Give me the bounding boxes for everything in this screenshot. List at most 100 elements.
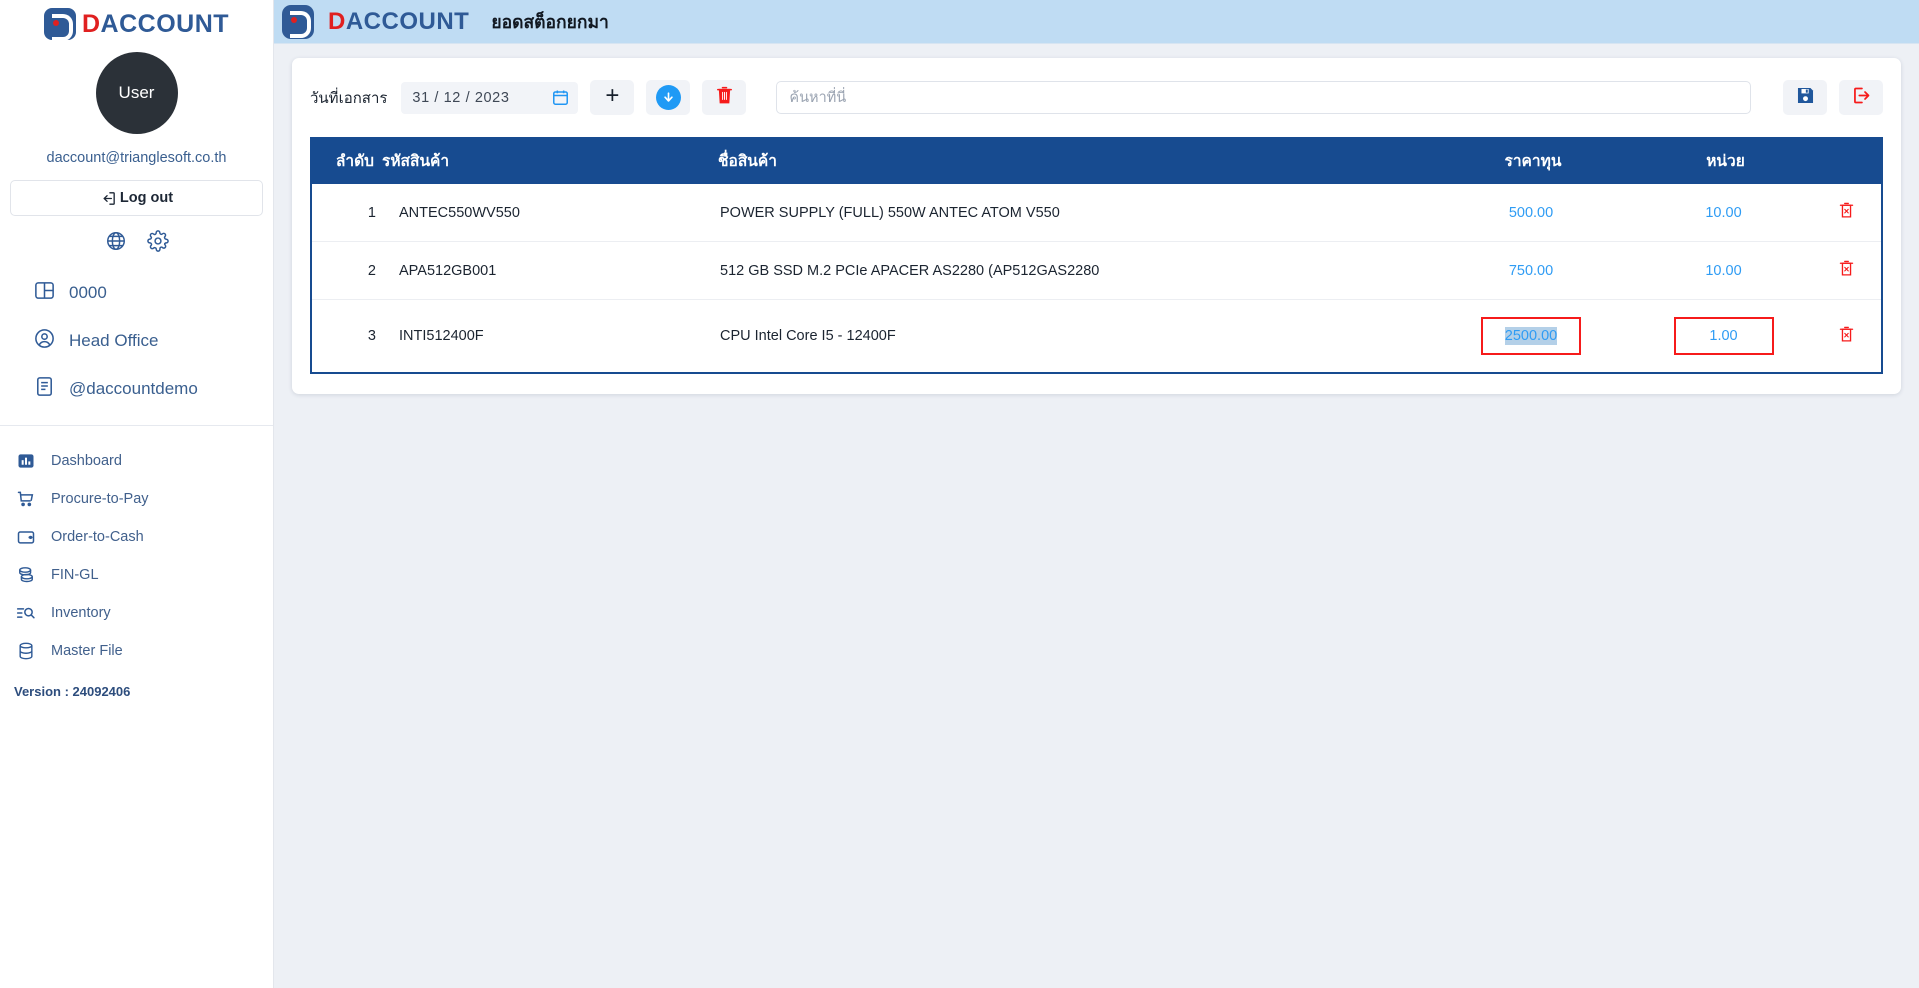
calendar-icon[interactable] — [551, 88, 570, 107]
exit-button[interactable] — [1839, 80, 1883, 115]
coins-stack-icon — [16, 565, 38, 585]
cell-seq: 2 — [312, 241, 384, 300]
sidebar-item-0000[interactable]: 0000 — [0, 269, 273, 317]
sidebar: DACCOUNT User daccount@trianglesoft.co.t… — [0, 0, 274, 988]
sidebar-item-label: Procure-to-Pay — [51, 491, 149, 507]
stock-table: ลำดับ รหัสสินค้า ชื่อสินค้า ราคาทุน หน่ว… — [310, 137, 1883, 184]
delete-all-button[interactable] — [702, 80, 747, 115]
cell-cost[interactable]: 750.00 — [1426, 241, 1636, 300]
cost-value[interactable]: 500.00 — [1509, 205, 1553, 221]
page-title: ยอดสต็อกยกมา — [491, 11, 609, 32]
content-card: วันที่เอกสาร 31 / 12 / 2023 + ค้นหาที่นี… — [292, 58, 1901, 394]
import-download-button[interactable] — [646, 80, 691, 115]
download-circle-icon — [655, 85, 681, 110]
table-body-box: 1 ANTEC550WV550 POWER SUPPLY (FULL) 550W… — [310, 184, 1883, 374]
cell-seq: 3 — [312, 299, 384, 372]
cell-action — [1811, 299, 1881, 372]
logout-icon — [100, 190, 117, 207]
cost-value[interactable]: 2500.00 — [1504, 327, 1558, 345]
sidebar-quick-icons — [0, 216, 273, 267]
cell-cost[interactable]: 500.00 — [1426, 184, 1636, 242]
save-disk-icon — [1795, 85, 1816, 111]
main-area: DACCOUNT ยอดสต็อกยกมา วันที่เอกสาร 31 / … — [274, 0, 1919, 988]
user-circle-icon — [33, 327, 56, 355]
cell-unit[interactable]: 10.00 — [1636, 184, 1811, 242]
row-delete-icon[interactable] — [1838, 325, 1855, 344]
user-email: daccount@trianglesoft.co.th — [46, 150, 227, 166]
table-row[interactable]: 2 APA512GB001 512 GB SSD M.2 PCIe APACER… — [312, 241, 1881, 300]
sidebar-item-label: 0000 — [69, 283, 107, 302]
stock-table-wrapper: ลำดับ รหัสสินค้า ชื่อสินค้า ราคาทุน หน่ว… — [310, 137, 1883, 374]
unit-input-focused[interactable]: 1.00 — [1673, 317, 1774, 355]
cell-unit[interactable]: 1.00 — [1636, 299, 1811, 372]
cost-value[interactable]: 750.00 — [1509, 263, 1553, 279]
toolbar: วันที่เอกสาร 31 / 12 / 2023 + — [310, 80, 1883, 115]
stock-table-body-table: 1 ANTEC550WV550 POWER SUPPLY (FULL) 550W… — [312, 184, 1881, 372]
top-header-bar: DACCOUNT ยอดสต็อกยกมา — [274, 0, 1919, 44]
gear-icon[interactable] — [146, 230, 169, 257]
logout-button[interactable]: Log out — [10, 180, 263, 216]
version-label: Version : 24092406 — [14, 684, 131, 699]
sidebar-item-master-file[interactable]: Master File — [0, 632, 273, 670]
sidebar-item-label: Inventory — [51, 605, 111, 621]
document-date-input[interactable]: 31 / 12 / 2023 — [401, 81, 579, 114]
add-row-button[interactable]: + — [590, 80, 635, 115]
row-delete-icon[interactable] — [1838, 201, 1855, 220]
sidebar-item-label: Dashboard — [51, 453, 122, 469]
sidebar-item-label: @daccountdemo — [69, 379, 198, 398]
column-header-action — [1813, 137, 1883, 184]
cost-input-focused[interactable]: 2500.00 — [1481, 317, 1581, 355]
brand-name-rest: ACCOUNT — [345, 7, 470, 35]
sidebar-brand: DACCOUNT — [0, 0, 273, 44]
trash-icon — [715, 85, 734, 111]
document-date-value: 31 / 12 / 2023 — [412, 89, 510, 106]
list-search-icon — [16, 603, 38, 623]
sidebar-item-procure-to-pay[interactable]: Procure-to-Pay — [0, 480, 273, 518]
save-button[interactable] — [1783, 80, 1827, 115]
column-header-name: ชื่อสินค้า — [718, 137, 1428, 184]
brand-letter-d: D — [81, 9, 101, 38]
globe-icon[interactable] — [105, 230, 127, 257]
table-row[interactable]: 3 INTI512400F CPU Intel Core I5 - 12400F… — [312, 299, 1881, 372]
table-body: 1 ANTEC550WV550 POWER SUPPLY (FULL) 550W… — [312, 184, 1881, 372]
sidebar-item-order-to-cash[interactable]: Order-to-Cash — [0, 518, 273, 556]
column-header-cost: ราคาทุน — [1428, 137, 1638, 184]
daccount-logo-icon — [282, 4, 314, 39]
search-input[interactable] — [776, 81, 1751, 114]
sidebar-item-daccountdemo[interactable]: @daccountdemo — [0, 365, 273, 413]
cell-unit[interactable]: 10.00 — [1636, 241, 1811, 300]
unit-value[interactable]: 10.00 — [1705, 263, 1741, 279]
sidebar-item-label: FIN-GL — [51, 567, 99, 583]
database-icon — [16, 641, 38, 661]
brand-wordmark: DACCOUNT — [328, 8, 469, 36]
logout-label: Log out — [119, 190, 174, 206]
column-header-code: รหัสสินค้า — [382, 137, 718, 184]
unit-value[interactable]: 1.00 — [1709, 328, 1737, 344]
table-row[interactable]: 1 ANTEC550WV550 POWER SUPPLY (FULL) 550W… — [312, 184, 1881, 242]
sidebar-item-inventory[interactable]: Inventory — [0, 594, 273, 632]
organization-list: 0000 Head Office @daccountdemo — [0, 267, 273, 426]
sidebar-item-label: Master File — [51, 643, 123, 659]
brand-wordmark: DACCOUNT — [82, 10, 229, 39]
cell-cost[interactable]: 2500.00 — [1426, 299, 1636, 372]
daccount-logo-icon — [43, 8, 76, 41]
row-delete-icon[interactable] — [1838, 259, 1855, 278]
exit-logout-icon — [1851, 85, 1872, 111]
sidebar-item-label: Order-to-Cash — [51, 529, 144, 545]
add-row-label: + — [605, 82, 620, 109]
table-head: ลำดับ รหัสสินค้า ชื่อสินค้า ราคาทุน หน่ว… — [310, 137, 1883, 184]
sidebar-item-head-office[interactable]: Head Office — [0, 317, 273, 365]
unit-value[interactable]: 10.00 — [1705, 205, 1741, 221]
avatar-label: User — [118, 83, 155, 102]
table-header-row: ลำดับ รหัสสินค้า ชื่อสินค้า ราคาทุน หน่ว… — [310, 137, 1883, 184]
sidebar-item-fin-gl[interactable]: FIN-GL — [0, 556, 273, 594]
shopping-cart-icon — [16, 489, 38, 509]
sidebar-item-dashboard[interactable]: Dashboard — [0, 442, 273, 480]
layout-panel-icon — [33, 279, 56, 307]
cell-seq: 1 — [312, 184, 384, 242]
cell-action — [1811, 241, 1881, 300]
main-navigation: Dashboard Procure-to-Pay Order-to-Cash F… — [0, 426, 273, 670]
cell-action — [1811, 184, 1881, 242]
avatar[interactable]: User — [95, 52, 178, 134]
sidebar-item-label: Head Office — [69, 331, 159, 350]
